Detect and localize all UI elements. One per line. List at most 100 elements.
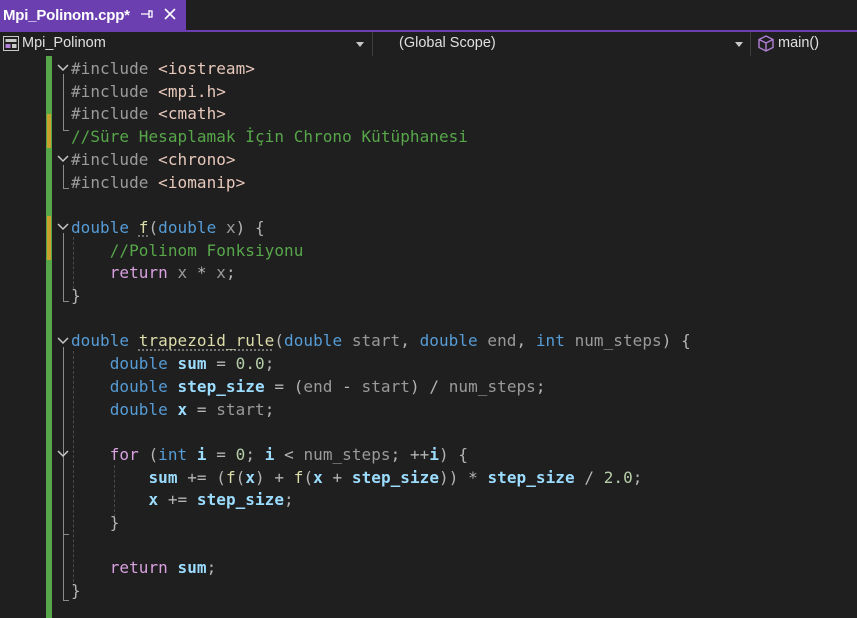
code-line[interactable]: double trapezoid_rule(double start, doub… xyxy=(71,330,691,352)
fold-outline xyxy=(63,233,64,301)
method-cube-icon xyxy=(758,35,774,52)
code-token: )) xyxy=(439,467,459,487)
code-token: double xyxy=(109,354,178,374)
code-token: i xyxy=(264,444,275,464)
code-token: } xyxy=(71,286,81,305)
collapse-chevron-icon[interactable] xyxy=(57,450,69,458)
close-icon[interactable] xyxy=(162,6,178,22)
code-token: sum xyxy=(177,558,207,578)
scope-name: (Global Scope) xyxy=(399,35,496,51)
code-token: step_size xyxy=(196,490,285,510)
collapse-chevron-icon[interactable] xyxy=(57,64,69,72)
code-line[interactable]: #include <mpi.h> xyxy=(71,81,226,103)
code-token: double xyxy=(419,331,488,351)
code-line[interactable]: #include <cmath> xyxy=(71,103,226,125)
tab-title: Mpi_Polinom.cpp* xyxy=(3,6,130,24)
code-token: , xyxy=(516,331,536,351)
unsaved-change-marker xyxy=(47,114,51,148)
code-token: start xyxy=(216,399,265,419)
project-dropdown[interactable]: Mpi_Polinom xyxy=(0,32,372,56)
code-token: ) xyxy=(255,467,265,487)
code-token: double xyxy=(109,399,178,419)
code-token: - xyxy=(332,376,362,396)
code-line[interactable]: for (int i = 0; i < num_steps; ++i) { xyxy=(71,444,468,466)
code-token: ( xyxy=(303,467,314,487)
code-token: start xyxy=(361,376,410,396)
code-token: x xyxy=(177,263,188,283)
code-token: 0 xyxy=(235,444,246,464)
code-token: #include xyxy=(71,104,159,124)
chevron-down-icon xyxy=(735,42,743,47)
code-token: #include xyxy=(71,149,159,169)
collapse-chevron-icon[interactable] xyxy=(57,223,69,231)
member-dropdown[interactable]: main() xyxy=(751,32,857,56)
code-token: ; xyxy=(632,467,643,487)
code-token: step_size xyxy=(351,467,440,487)
code-line[interactable]: #include <iomanip> xyxy=(71,172,245,194)
code-token: //Polinom Fonksiyonu xyxy=(109,240,304,260)
code-token: = xyxy=(206,354,236,374)
code-token: //Süre Hesaplamak İçin Chrono Kütüphanes… xyxy=(71,127,468,147)
code-token: <iostream> xyxy=(158,59,255,78)
code-token: / xyxy=(574,467,604,487)
code-line[interactable]: double step_size = (end - start) / num_s… xyxy=(71,376,546,398)
code-line[interactable]: double x = start; xyxy=(71,399,275,421)
code-token: * xyxy=(187,263,217,283)
fold-outline-end xyxy=(63,130,69,131)
code-token: double xyxy=(284,331,352,351)
fold-outline xyxy=(63,74,64,130)
document-tab-bar: Mpi_Polinom.cpp* xyxy=(0,0,857,32)
code-token: double xyxy=(71,217,139,237)
code-line[interactable]: #include <chrono> xyxy=(71,149,236,171)
code-line[interactable]: double sum = 0.0; xyxy=(71,353,275,375)
code-token: double xyxy=(158,217,226,237)
code-line[interactable]: #include <iostream> xyxy=(71,58,255,80)
code-line[interactable]: return sum; xyxy=(71,557,216,579)
code-line[interactable]: sum += (f(x) + f(x + step_size)) * step_… xyxy=(71,467,642,489)
code-line[interactable]: } xyxy=(71,580,81,602)
code-token: step_size xyxy=(177,376,265,396)
code-line[interactable]: double f(double x) { xyxy=(71,217,265,239)
code-token: <cmath> xyxy=(158,104,226,124)
scope-dropdown[interactable]: (Global Scope) xyxy=(373,32,750,56)
code-token: num_steps xyxy=(448,376,536,396)
code-token: ( xyxy=(148,444,159,464)
code-token: ( xyxy=(216,467,226,487)
code-token: } xyxy=(71,513,120,532)
code-line[interactable]: //Süre Hesaplamak İçin Chrono Kütüphanes… xyxy=(71,126,468,148)
collapse-chevron-icon[interactable] xyxy=(57,337,69,345)
fold-outline-end xyxy=(63,188,69,189)
code-token: num_steps xyxy=(303,444,391,464)
tab-mpi-polinom-cpp[interactable]: Mpi_Polinom.cpp* xyxy=(0,0,186,30)
code-token: ; xyxy=(206,558,217,578)
code-token: f xyxy=(293,467,304,487)
code-token: * xyxy=(458,467,488,487)
code-token: += xyxy=(158,490,197,510)
collapse-chevron-icon[interactable] xyxy=(57,155,69,163)
fold-outline xyxy=(63,460,64,534)
code-token: int xyxy=(535,331,575,351)
code-line[interactable]: return x * x; xyxy=(71,262,236,284)
code-token: + xyxy=(322,467,352,487)
fold-outline-end xyxy=(63,534,69,535)
code-line[interactable]: } xyxy=(71,285,81,307)
code-line[interactable]: //Polinom Fonksiyonu xyxy=(71,240,304,262)
code-token: end xyxy=(303,376,333,396)
code-token: x xyxy=(313,467,323,487)
fold-outline xyxy=(63,165,64,188)
code-token: ; xyxy=(390,444,410,464)
pin-icon[interactable] xyxy=(140,6,154,22)
code-line[interactable]: } xyxy=(71,512,120,534)
code-editor[interactable]: #include <iostream> #include <mpi.h> #incl… xyxy=(0,56,857,618)
code-token: f xyxy=(225,467,236,487)
code-token: <iomanip> xyxy=(158,172,246,192)
code-token: x xyxy=(148,490,159,510)
member-name: main() xyxy=(778,35,820,51)
code-token: ; xyxy=(264,399,275,419)
code-token: ( xyxy=(293,376,304,396)
code-line[interactable]: x += step_size; xyxy=(71,489,294,511)
